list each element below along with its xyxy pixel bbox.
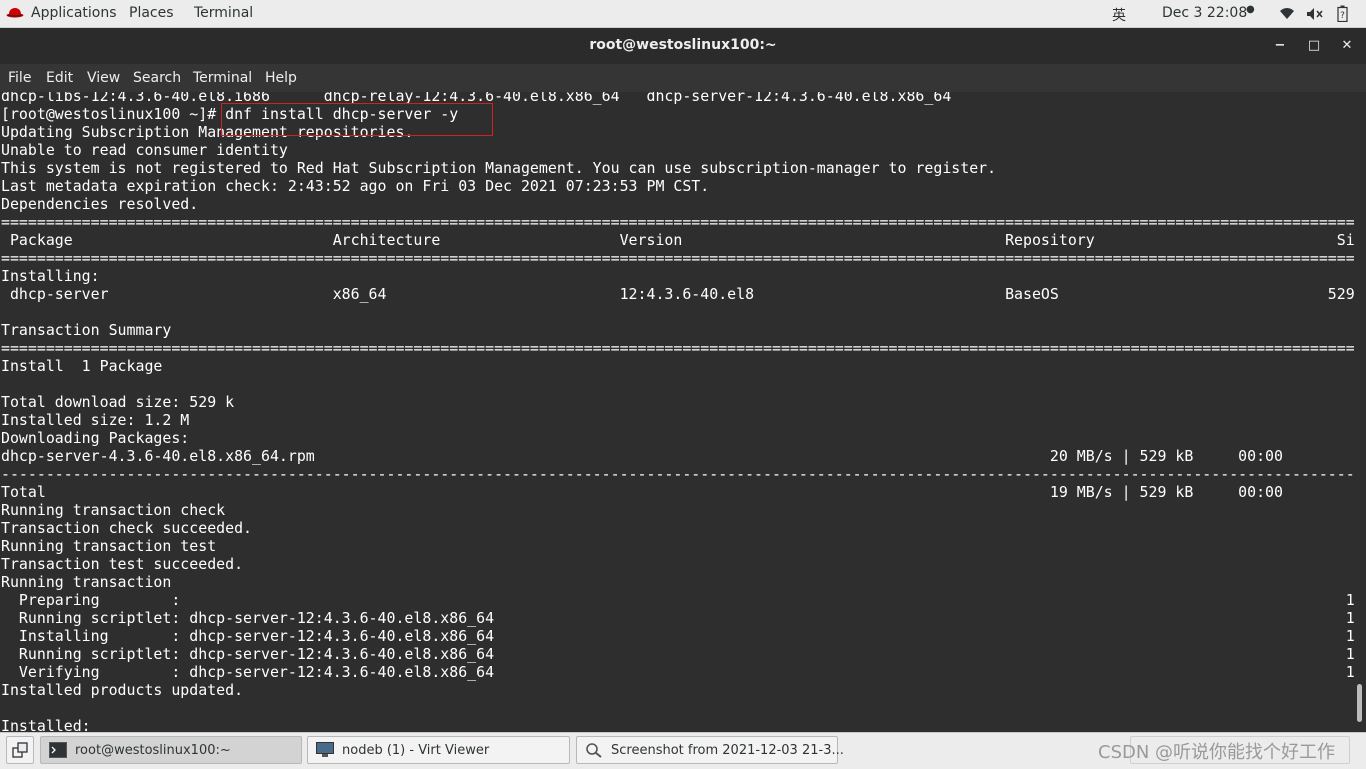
command-highlight-box — [221, 103, 493, 136]
menu-help[interactable]: Help — [265, 70, 297, 86]
terminal-output[interactable]: dhcp-libs-12:4.3.6-40.el8.i686 dhcp-rela… — [0, 92, 1354, 732]
close-button[interactable]: ✕ — [1337, 36, 1357, 56]
terminal-text: dhcp-libs-12:4.3.6-40.el8.i686 dhcp-rela… — [1, 92, 1354, 732]
notification-dot-icon: ● — [1246, 4, 1255, 15]
task-virt-viewer[interactable]: nodeb (1) - Virt Viewer — [307, 736, 570, 764]
terminal-scrollbar[interactable] — [1354, 92, 1366, 732]
menu-search[interactable]: Search — [133, 70, 181, 86]
virt-viewer-icon — [316, 742, 334, 757]
show-desktop-button[interactable] — [6, 736, 34, 764]
terminal-app-menu[interactable]: Terminal — [194, 5, 253, 21]
scrollbar-thumb[interactable] — [1357, 684, 1362, 722]
redhat-logo-icon — [6, 8, 24, 18]
input-method-indicator[interactable]: 英 — [1112, 5, 1126, 25]
task-label: Screenshot from 2021-12-03 21-3... — [611, 743, 844, 758]
volume-muted-icon[interactable] — [1306, 7, 1324, 21]
task-label: nodeb (1) - Virt Viewer — [342, 743, 490, 758]
window-titlebar[interactable]: root@westoslinux100:~ − □ ✕ — [0, 28, 1366, 64]
maximize-button[interactable]: □ — [1304, 36, 1324, 56]
task-screenshot-viewer[interactable]: Screenshot from 2021-12-03 21-3... — [576, 736, 844, 764]
menu-bar: File Edit View Search Terminal Help — [0, 64, 1366, 92]
clock[interactable]: Dec 3 22:08 — [1162, 5, 1247, 21]
top-panel: Applications Places Terminal 英 Dec 3 22:… — [0, 0, 1366, 28]
task-terminal[interactable]: root@westoslinux100:~ — [40, 736, 302, 764]
show-desktop-icon — [12, 742, 28, 758]
task-label: root@westoslinux100:~ — [75, 743, 231, 758]
watermark: CSDN @听说你能找个好工作 — [1098, 742, 1336, 763]
terminal-icon — [49, 742, 67, 758]
menu-terminal[interactable]: Terminal — [193, 70, 252, 86]
menu-edit[interactable]: Edit — [46, 70, 73, 86]
network-wifi-icon[interactable] — [1279, 7, 1295, 20]
window-title: root@westoslinux100:~ — [589, 37, 777, 53]
minimize-button[interactable]: − — [1270, 36, 1290, 56]
battery-icon[interactable]: ? — [1337, 5, 1348, 22]
menu-view[interactable]: View — [87, 70, 120, 86]
image-viewer-icon — [586, 743, 602, 758]
places-menu[interactable]: Places — [129, 5, 174, 21]
svg-text:?: ? — [1340, 11, 1345, 21]
menu-file[interactable]: File — [8, 70, 31, 86]
applications-menu[interactable]: Applications — [31, 5, 117, 21]
